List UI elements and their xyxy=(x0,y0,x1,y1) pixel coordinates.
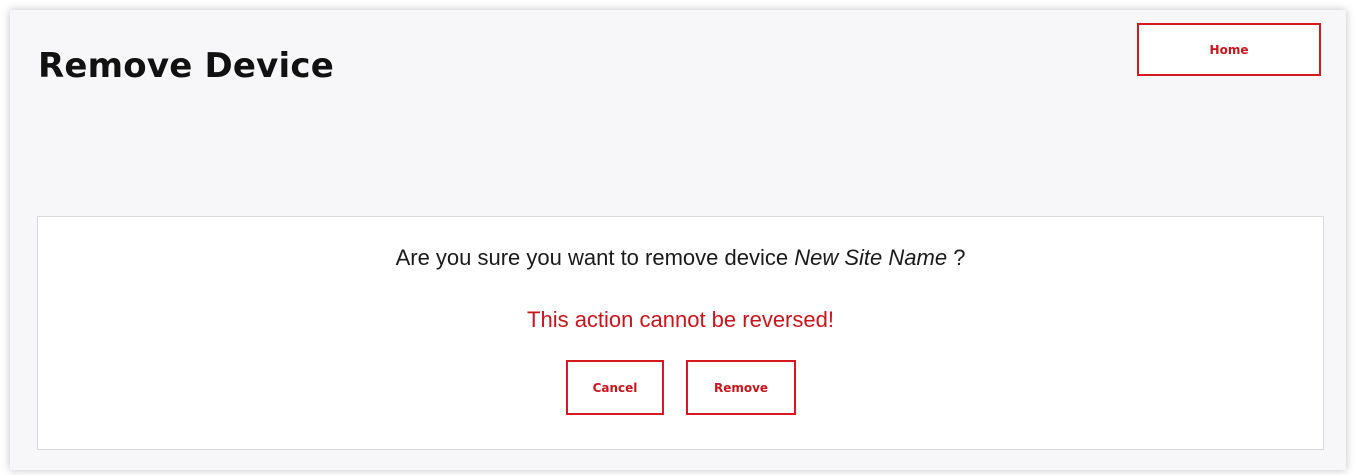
cancel-button[interactable]: Cancel xyxy=(566,360,664,415)
warning-message: This action cannot be reversed! xyxy=(527,307,834,332)
page-title: Remove Device xyxy=(38,46,334,86)
question-prefix: Are you sure you want to remove device xyxy=(395,245,789,270)
confirm-question: Are you sure you want to remove device N… xyxy=(38,245,1323,271)
remove-button[interactable]: Remove xyxy=(686,360,796,415)
page-container: Remove Device Home Are you sure you want… xyxy=(10,10,1346,470)
confirm-panel: Are you sure you want to remove device N… xyxy=(37,216,1324,450)
home-button[interactable]: Home xyxy=(1137,23,1321,76)
device-name: New Site Name xyxy=(794,245,948,270)
question-suffix: ? xyxy=(953,245,966,270)
